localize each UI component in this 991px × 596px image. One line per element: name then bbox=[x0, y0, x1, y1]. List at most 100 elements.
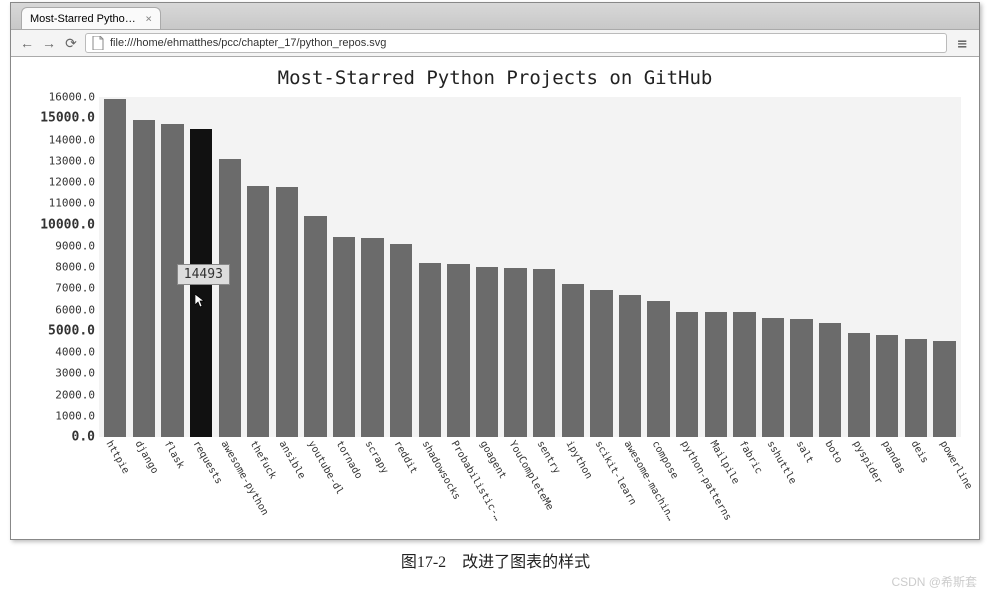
bar-requests[interactable] bbox=[190, 129, 212, 437]
bar-ansible[interactable] bbox=[276, 187, 298, 437]
bar-fabric[interactable] bbox=[733, 312, 755, 437]
bar-scikit-learn[interactable] bbox=[590, 290, 612, 437]
x-slot: awesome-machin… bbox=[616, 437, 645, 537]
tab-title: Most-Starred Python P bbox=[30, 13, 139, 25]
y-tick-label: 7000.0 bbox=[55, 282, 95, 295]
forward-button[interactable]: → bbox=[41, 35, 57, 51]
bar-reddit[interactable] bbox=[390, 244, 412, 437]
x-slot: flask bbox=[156, 437, 185, 537]
bar-slot bbox=[387, 97, 416, 437]
bar-slot bbox=[215, 97, 244, 437]
tab-strip: Most-Starred Python P × bbox=[11, 3, 979, 29]
bar-python-patterns[interactable] bbox=[676, 312, 698, 437]
bar-slot bbox=[673, 97, 702, 437]
bar-youtube-dl[interactable] bbox=[304, 216, 326, 437]
bar-slot bbox=[559, 97, 588, 437]
x-slot: sshuttle bbox=[760, 437, 789, 537]
x-slot: ansible bbox=[271, 437, 300, 537]
bar-django[interactable] bbox=[133, 120, 155, 437]
y-tick-label: 1000.0 bbox=[55, 409, 95, 422]
bar-sshuttle[interactable] bbox=[762, 318, 784, 437]
bar-slot bbox=[244, 97, 273, 437]
menu-icon[interactable]: ≡ bbox=[953, 34, 971, 53]
plot-wrap: 0.01000.02000.03000.04000.05000.06000.07… bbox=[19, 97, 971, 437]
url-text: file:///home/ehmatthes/pcc/chapter_17/py… bbox=[110, 37, 386, 49]
y-tick-label: 10000.0 bbox=[40, 217, 95, 232]
x-slot: awesome-python bbox=[214, 437, 243, 537]
x-slot: goagent bbox=[473, 437, 502, 537]
y-tick-label: 2000.0 bbox=[55, 388, 95, 401]
bar-flask[interactable] bbox=[161, 124, 183, 437]
bar-powerline[interactable] bbox=[933, 341, 955, 437]
bar-slot bbox=[501, 97, 530, 437]
x-slot: django bbox=[128, 437, 157, 537]
bar-shadowsocks[interactable] bbox=[419, 263, 441, 437]
close-icon[interactable]: × bbox=[145, 12, 152, 25]
chart-title: Most-Starred Python Projects on GitHub bbox=[19, 67, 971, 89]
y-tick-label: 5000.0 bbox=[48, 323, 95, 338]
bar-tornado[interactable] bbox=[333, 237, 355, 437]
x-slot: python-patterns bbox=[674, 437, 703, 537]
bar-awesome-python[interactable] bbox=[219, 159, 241, 437]
bar-slot bbox=[616, 97, 645, 437]
x-slot: ipython bbox=[559, 437, 588, 537]
bar-slot bbox=[930, 97, 959, 437]
y-axis: 0.01000.02000.03000.04000.05000.06000.07… bbox=[19, 97, 99, 437]
bar-slot bbox=[730, 97, 759, 437]
bar-deis[interactable] bbox=[905, 339, 927, 437]
bar-httpie[interactable] bbox=[104, 99, 126, 437]
bar-pandas[interactable] bbox=[876, 335, 898, 437]
x-slot: thefuck bbox=[243, 437, 272, 537]
reload-button[interactable]: ⟳ bbox=[63, 35, 79, 51]
bar-boto[interactable] bbox=[819, 323, 841, 437]
x-slot: powerline bbox=[932, 437, 961, 537]
y-tick-label: 3000.0 bbox=[55, 367, 95, 380]
bar-slot bbox=[530, 97, 559, 437]
bar-slot bbox=[330, 97, 359, 437]
x-tick-label: flask bbox=[161, 439, 186, 471]
bar-youcompleteme[interactable] bbox=[504, 268, 526, 437]
bar-sentry[interactable] bbox=[533, 269, 555, 437]
bar-pyspider[interactable] bbox=[848, 333, 870, 437]
y-tick-label: 13000.0 bbox=[49, 154, 95, 167]
x-slot: requests bbox=[185, 437, 214, 537]
bar-slot bbox=[416, 97, 445, 437]
bar-slot bbox=[101, 97, 130, 437]
bar-goagent[interactable] bbox=[476, 267, 498, 437]
bar-slot bbox=[759, 97, 788, 437]
x-slot: scikit-learn bbox=[587, 437, 616, 537]
bar-mailpile[interactable] bbox=[705, 312, 727, 437]
bar-slot bbox=[787, 97, 816, 437]
bar-scrapy[interactable] bbox=[361, 238, 383, 437]
bar-slot: 14493 bbox=[187, 97, 216, 437]
bar-slot bbox=[816, 97, 845, 437]
bar-slot bbox=[844, 97, 873, 437]
file-icon bbox=[92, 36, 104, 50]
back-button[interactable]: ← bbox=[19, 35, 35, 51]
bar-compose[interactable] bbox=[647, 301, 669, 437]
x-tick-label: salt bbox=[793, 439, 815, 465]
x-slot: youtube-dl bbox=[300, 437, 329, 537]
x-axis: httpiedjangoflaskrequestsawesome-pythont… bbox=[99, 437, 961, 537]
bar-slot bbox=[587, 97, 616, 437]
x-slot: Mailpile bbox=[702, 437, 731, 537]
bar-awesome-machin…[interactable] bbox=[619, 295, 641, 437]
x-slot: pandas bbox=[875, 437, 904, 537]
x-slot: sentry bbox=[530, 437, 559, 537]
url-input[interactable]: file:///home/ehmatthes/pcc/chapter_17/py… bbox=[85, 33, 947, 53]
y-tick-label: 8000.0 bbox=[55, 261, 95, 274]
bar-thefuck[interactable] bbox=[247, 186, 269, 437]
watermark: CSDN @希斯套 bbox=[891, 573, 977, 590]
bars-container: 14493 bbox=[99, 97, 961, 437]
bar-slot bbox=[473, 97, 502, 437]
bar-ipython[interactable] bbox=[562, 284, 584, 437]
x-slot: reddit bbox=[386, 437, 415, 537]
bar-salt[interactable] bbox=[790, 319, 812, 437]
bar-slot bbox=[358, 97, 387, 437]
browser-tab[interactable]: Most-Starred Python P × bbox=[21, 7, 161, 29]
x-slot: compose bbox=[645, 437, 674, 537]
y-tick-label: 16000.0 bbox=[49, 91, 95, 104]
figure-caption: 图17-2 改进了图表的样式 bbox=[0, 548, 991, 572]
browser-window: Most-Starred Python P × ← → ⟳ file:///ho… bbox=[10, 2, 980, 540]
bar-probabilistic-…[interactable] bbox=[447, 264, 469, 437]
